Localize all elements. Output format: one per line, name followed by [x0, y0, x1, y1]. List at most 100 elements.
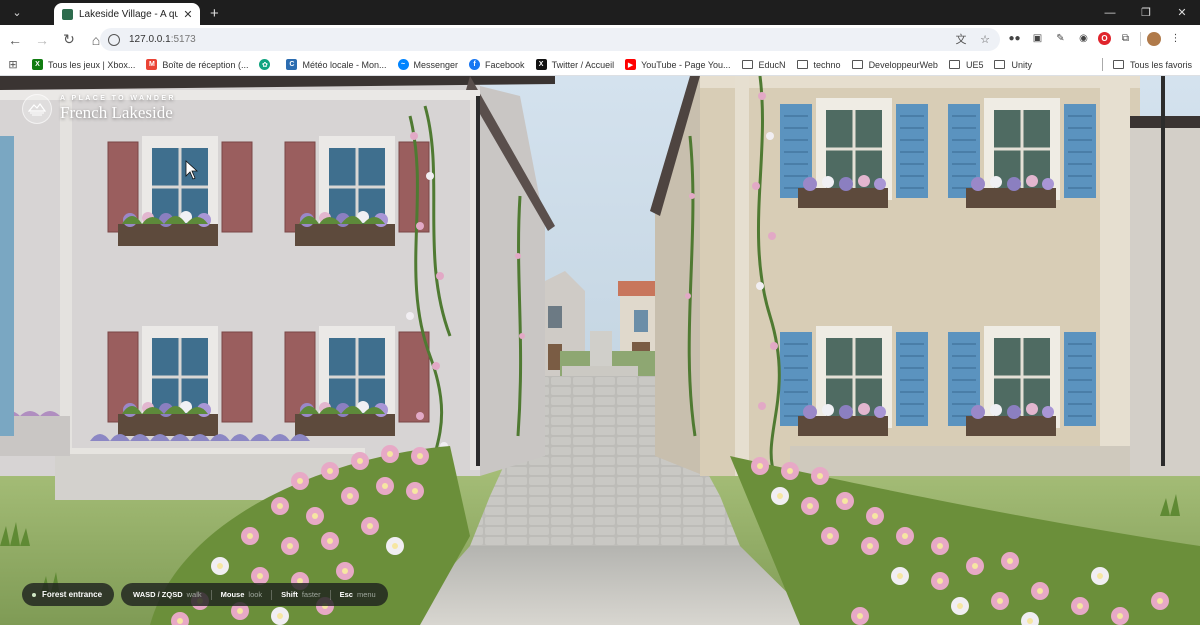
- bookmark-item[interactable]: ✿: [259, 59, 275, 70]
- restore-icon[interactable]: ❐: [1128, 0, 1164, 25]
- bookmark-item[interactable]: X Tous les jeux | Xbox...: [32, 59, 135, 70]
- bookmark-item[interactable]: ~ Messenger: [397, 59, 459, 70]
- cookie-extension-icon[interactable]: ◉: [1075, 30, 1092, 47]
- folder-icon: [796, 60, 808, 69]
- bookmark-label: Messenger: [413, 59, 459, 70]
- minimize-icon[interactable]: —: [1092, 0, 1128, 25]
- hint-action: faster: [301, 590, 321, 599]
- glasses-extension-icon[interactable]: ●●: [1006, 30, 1023, 47]
- toolbar-divider: [1140, 31, 1141, 46]
- bookmark-item[interactable]: C Météo locale - Mon...: [286, 59, 387, 70]
- bookmark-label: Facebook: [485, 59, 525, 70]
- village-scene: [0, 76, 1200, 625]
- bookmark-star-icon[interactable]: ☆: [978, 32, 992, 46]
- folder-label: techno: [813, 59, 841, 70]
- location-dot-icon: [32, 592, 36, 597]
- folder-label: Unity: [1011, 59, 1032, 70]
- omnibox-actions: 文 ☆: [954, 32, 992, 47]
- url-host: 127.0.0.1: [129, 34, 171, 45]
- hint-divider: [210, 589, 212, 600]
- folder-label: DeveloppeurWeb: [868, 59, 938, 70]
- gmail-icon: M: [146, 59, 158, 70]
- hint-key: Mouse: [220, 590, 245, 599]
- folder-icon: [1112, 60, 1124, 69]
- hint-action: look: [248, 590, 263, 599]
- forward-arrow-icon[interactable]: →: [30, 28, 54, 52]
- opera-extension-icon[interactable]: O: [1098, 32, 1111, 45]
- messenger-icon: ~: [397, 59, 409, 70]
- left-building: [0, 76, 555, 500]
- hint-walk: WASD / ZQSD walk: [133, 590, 202, 599]
- reload-icon[interactable]: ↻: [57, 28, 81, 52]
- bookmark-folder[interactable]: Unity: [994, 60, 1032, 70]
- profile-avatar[interactable]: [1147, 31, 1161, 46]
- bookmark-folder[interactable]: EducN: [741, 60, 786, 70]
- tab-close-icon[interactable]: ✕: [182, 8, 194, 21]
- folder-icon: [741, 60, 753, 69]
- browser-toolbar: ← → ↻ ⌂ 127.0.0.1:5173 文 ☆ ●● ▣ ✎ ◉ O ⧉ …: [0, 25, 1200, 54]
- all-bookmarks[interactable]: Tous les favoris: [1101, 58, 1192, 71]
- url-text: 127.0.0.1:5173: [129, 34, 196, 45]
- key-hints: WASD / ZQSD walk Mouse look Shift faster…: [121, 583, 388, 606]
- brand-text: A PLACE TO WANDER French Lakeside: [60, 95, 176, 123]
- kebab-menu-icon[interactable]: ⋮: [1167, 30, 1184, 47]
- translate-icon[interactable]: 文: [954, 32, 968, 46]
- game-viewport[interactable]: A PLACE TO WANDER French Lakeside Forest…: [0, 76, 1200, 625]
- active-tab[interactable]: Lakeside Village - A quiet place ✕: [54, 3, 200, 25]
- youtube-icon: ▶: [625, 59, 637, 70]
- tab-title: Lakeside Village - A quiet place: [79, 8, 178, 20]
- bookmark-folder[interactable]: techno: [796, 59, 841, 70]
- extensions-bar: ●● ▣ ✎ ◉ O ⧉ ⋮: [1006, 30, 1184, 47]
- facebook-icon: f: [469, 59, 481, 70]
- chatgpt-icon: ✿: [259, 59, 271, 70]
- bookmark-label: YouTube - Page You...: [641, 59, 731, 70]
- brand-title: French Lakeside: [60, 103, 173, 122]
- apps-grid-icon[interactable]: ⊞: [6, 58, 20, 72]
- hint-divider: [271, 589, 273, 600]
- pen-extension-icon[interactable]: ✎: [1052, 30, 1069, 47]
- weather-icon: C: [286, 59, 298, 70]
- folder-label: UE5: [965, 59, 984, 70]
- location-badge: Forest entrance: [22, 583, 115, 606]
- controls-hud: Forest entrance WASD / ZQSD walk Mouse l…: [22, 583, 388, 606]
- extensions-puzzle-icon[interactable]: ⧉: [1117, 30, 1134, 47]
- hint-menu: Esc menu: [340, 590, 376, 599]
- address-bar[interactable]: 127.0.0.1:5173 文 ☆: [100, 28, 1000, 51]
- url-port: :5173: [170, 34, 196, 45]
- app-brand: A PLACE TO WANDER French Lakeside: [22, 94, 176, 124]
- tab-search-chevron-icon[interactable]: ⌄: [0, 0, 34, 25]
- bookmark-label: Météo locale - Mon...: [302, 59, 387, 70]
- bookmark-item[interactable]: f Facebook: [469, 59, 525, 70]
- bookmark-label: Twitter / Accueil: [551, 59, 615, 70]
- mountain-lake-logo-icon: [22, 94, 52, 124]
- all-bookmarks-label: Tous les favoris: [1129, 59, 1192, 70]
- hint-key: WASD / ZQSD: [133, 590, 183, 599]
- bookmark-item[interactable]: ▶ YouTube - Page You...: [625, 59, 731, 70]
- bookmark-label: Tous les jeux | Xbox...: [48, 59, 136, 70]
- folder-icon: [948, 60, 960, 69]
- site-info-icon[interactable]: [108, 33, 120, 46]
- screen-extension-icon[interactable]: ▣: [1029, 30, 1046, 47]
- close-window-icon[interactable]: ✕: [1164, 0, 1200, 25]
- x-icon: X: [535, 59, 547, 70]
- xbox-icon: X: [32, 59, 43, 70]
- bookmark-folder[interactable]: UE5: [948, 59, 984, 70]
- hint-faster: Shift faster: [281, 590, 320, 599]
- hint-divider: [329, 589, 331, 600]
- window-controls: — ❐ ✕: [1092, 0, 1200, 25]
- brand-kicker: A PLACE TO WANDER: [60, 95, 176, 102]
- tab-strip: ⌄ Lakeside Village - A quiet place ✕ + —…: [0, 0, 1200, 25]
- folder-icon: [994, 60, 1006, 69]
- hint-look: Mouse look: [221, 590, 263, 599]
- hint-action: walk: [186, 590, 202, 599]
- new-tab-plus-icon[interactable]: +: [210, 3, 219, 25]
- bookmark-item[interactable]: X Twitter / Accueil: [535, 59, 615, 70]
- folder-icon: [851, 60, 863, 69]
- back-arrow-icon[interactable]: ←: [3, 28, 27, 52]
- bookmark-item[interactable]: M Boîte de réception (...: [146, 59, 248, 70]
- tab-favicon-icon: [62, 8, 73, 20]
- hint-action: menu: [356, 590, 376, 599]
- location-label: Forest entrance: [42, 590, 103, 599]
- bookmarks-divider: [1101, 58, 1103, 71]
- bookmark-folder[interactable]: DeveloppeurWeb: [851, 59, 938, 70]
